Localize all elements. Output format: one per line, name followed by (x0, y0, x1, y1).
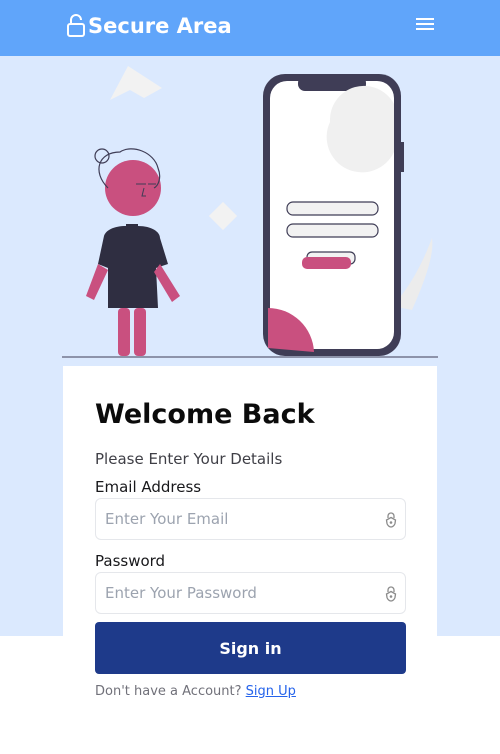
password-field[interactable] (96, 573, 405, 613)
lock-icon (66, 14, 86, 38)
password-field-wrapper (95, 572, 406, 614)
lock-icon (385, 511, 397, 528)
page-title: Welcome Back (95, 399, 315, 430)
login-card: Welcome Back Please Enter Your Details E… (63, 366, 437, 754)
person-with-phone-illustration (62, 60, 438, 360)
sign-in-button[interactable]: Sign in (95, 622, 406, 674)
hamburger-menu-icon[interactable] (414, 15, 438, 35)
signup-row: Don't have a Account? Sign Up (95, 684, 296, 699)
sign-up-link[interactable]: Sign Up (246, 684, 296, 699)
lock-icon (385, 585, 397, 602)
signup-prompt: Don't have a Account? (95, 684, 242, 699)
email-field[interactable] (96, 499, 405, 539)
password-label: Password (95, 552, 166, 570)
navbar: Secure Area (0, 0, 500, 56)
email-label: Email Address (95, 478, 202, 496)
brand[interactable]: Secure Area (66, 14, 232, 38)
email-field-wrapper (95, 498, 406, 540)
form-subtitle: Please Enter Your Details (95, 450, 283, 468)
brand-title: Secure Area (88, 14, 232, 38)
